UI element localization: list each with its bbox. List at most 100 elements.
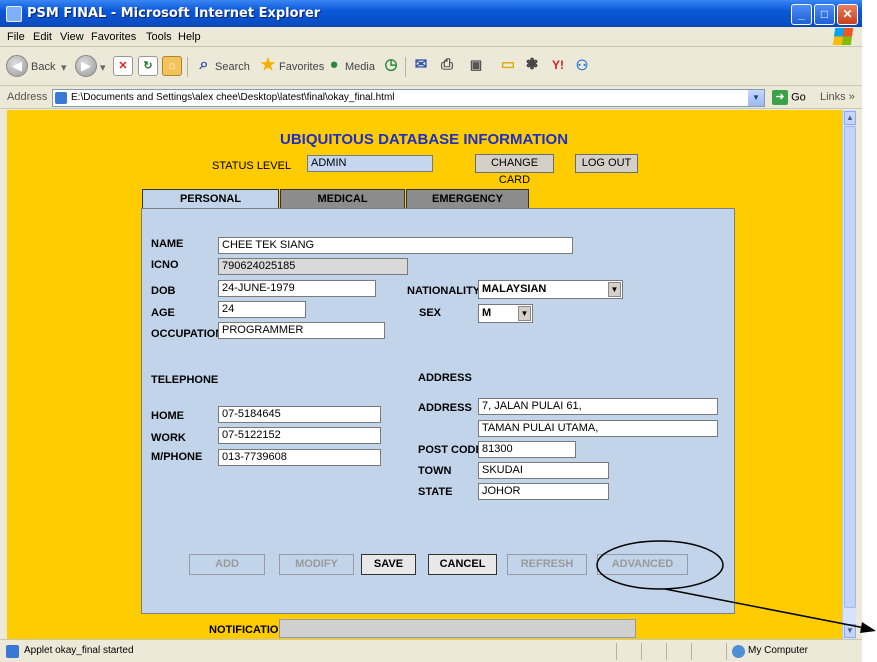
- age-label: AGE: [151, 307, 175, 319]
- settings-icon[interactable]: ❃: [522, 56, 542, 76]
- add-button[interactable]: ADD: [189, 554, 265, 575]
- forward-dropdown-icon[interactable]: ▾: [100, 61, 106, 74]
- chevron-down-icon[interactable]: ▼: [608, 282, 621, 297]
- media-label[interactable]: Media: [345, 61, 375, 73]
- favorites-label[interactable]: Favorites: [279, 61, 324, 73]
- advanced-button[interactable]: ADVANCED: [597, 554, 688, 575]
- state-field[interactable]: JOHOR: [478, 483, 609, 500]
- refresh-icon[interactable]: ↻: [138, 56, 158, 76]
- address-line1-field[interactable]: 7, JALAN PULAI 61,: [478, 398, 718, 415]
- modify-button[interactable]: MODIFY: [279, 554, 354, 575]
- status-divider: [641, 643, 642, 660]
- address-label: Address: [7, 91, 48, 103]
- links-label: Links: [820, 91, 846, 103]
- menu-help[interactable]: Help: [178, 31, 201, 43]
- scroll-down-icon[interactable]: ▼: [844, 624, 856, 638]
- address-dropdown-icon[interactable]: ▼: [748, 90, 764, 106]
- toolbar-separator: [405, 57, 406, 77]
- home-icon[interactable]: ⌂: [162, 56, 182, 76]
- nationality-value: MALAYSIAN: [482, 283, 547, 295]
- status-bar: Applet okay_final started My Computer: [0, 639, 862, 662]
- occupation-label: OCCUPATION: [151, 328, 224, 340]
- toolbar: ◀ Back ▾ ▶ ▾ ✕ ↻ ⌂ ⌕ Search ★ Favorites …: [0, 48, 862, 86]
- scroll-up-icon[interactable]: ▲: [844, 111, 856, 125]
- occupation-field[interactable]: PROGRAMMER: [218, 322, 385, 339]
- nationality-select[interactable]: MALAYSIAN ▼: [478, 280, 623, 299]
- windows-logo-icon: [832, 28, 854, 45]
- media-icon[interactable]: ●: [324, 56, 344, 76]
- sex-label: SEX: [419, 307, 442, 319]
- name-field[interactable]: CHEE TEK SIANG: [218, 237, 573, 254]
- town-label: TOWN: [418, 465, 452, 477]
- back-dropdown-icon[interactable]: ▾: [61, 61, 67, 74]
- logout-button[interactable]: LOG OUT: [575, 154, 638, 173]
- title-bar: PSM FINAL - Microsoft Internet Explorer …: [0, 0, 862, 27]
- save-button[interactable]: SAVE: [361, 554, 416, 575]
- address-bar: Address E:\Documents and Settings\alex c…: [0, 87, 862, 109]
- links-button[interactable]: Links »: [820, 91, 855, 103]
- sex-select[interactable]: M ▼: [478, 304, 533, 323]
- address-url[interactable]: E:\Documents and Settings\alex chee\Desk…: [71, 92, 395, 103]
- page-heading: UBIQUITOUS DATABASE INFORMATION: [280, 131, 569, 148]
- search-label[interactable]: Search: [215, 61, 250, 73]
- history-icon[interactable]: ◷: [381, 56, 401, 76]
- search-icon[interactable]: ⌕: [194, 56, 214, 76]
- mobile-phone-field[interactable]: 013-7739608: [218, 449, 381, 466]
- maximize-button[interactable]: □: [814, 4, 835, 25]
- minimize-button[interactable]: _: [791, 4, 812, 25]
- change-card-button[interactable]: CHANGE CARD: [475, 154, 554, 186]
- print-icon[interactable]: ⎙: [437, 56, 457, 76]
- work-phone-field[interactable]: 07-5122152: [218, 427, 381, 444]
- browser-window: PSM FINAL - Microsoft Internet Explorer …: [0, 0, 862, 662]
- back-label[interactable]: Back: [31, 61, 55, 73]
- cancel-button[interactable]: CANCEL: [428, 554, 497, 575]
- notes-icon[interactable]: ▭: [498, 56, 518, 76]
- dob-field[interactable]: 24-JUNE-1979: [218, 280, 376, 297]
- mail-icon[interactable]: ✉: [411, 56, 431, 76]
- postcode-label: POST CODE: [418, 444, 483, 456]
- vertical-scrollbar[interactable]: ▲ ▼: [842, 110, 856, 639]
- menu-view[interactable]: View: [60, 31, 84, 43]
- state-label: STATE: [418, 486, 453, 498]
- stop-icon[interactable]: ✕: [113, 56, 133, 76]
- scroll-thumb[interactable]: [844, 126, 856, 608]
- tab-emergency-contact[interactable]: EMERGENCY CONTACT: [406, 189, 529, 223]
- name-label: NAME: [151, 238, 184, 250]
- go-button[interactable]: ➜ Go: [772, 90, 806, 105]
- address-label: ADDRESS: [418, 402, 472, 414]
- favorites-star-icon[interactable]: ★: [258, 56, 278, 76]
- menu-edit[interactable]: Edit: [33, 31, 52, 43]
- go-label: Go: [791, 91, 806, 104]
- security-zone: My Computer: [748, 645, 809, 656]
- home-phone-label: HOME: [151, 410, 184, 422]
- status-divider: [691, 643, 692, 660]
- address-field[interactable]: E:\Documents and Settings\alex chee\Desk…: [52, 89, 765, 107]
- address-section-label: ADDRESS: [418, 372, 472, 384]
- messenger-icon[interactable]: ⚇: [572, 56, 592, 76]
- icno-label: ICNO: [151, 259, 179, 271]
- back-arrow-icon[interactable]: ◀: [6, 55, 28, 77]
- icno-field: 790624025185: [218, 258, 408, 275]
- chevron-down-icon[interactable]: ▼: [518, 306, 531, 321]
- menu-tools[interactable]: Tools: [146, 31, 172, 43]
- age-field[interactable]: 24: [218, 301, 306, 318]
- go-arrow-icon: ➜: [772, 90, 788, 105]
- menu-favorites[interactable]: Favorites: [91, 31, 136, 43]
- tab-medical-information[interactable]: MEDICAL INFORMATION: [280, 189, 405, 223]
- close-button[interactable]: ✕: [837, 4, 858, 25]
- status-level-label: STATUS LEVEL: [212, 160, 292, 172]
- address-line2-field[interactable]: TAMAN PULAI UTAMA,: [478, 420, 718, 437]
- sex-value: M: [482, 307, 492, 319]
- menu-file[interactable]: File: [7, 31, 25, 43]
- edit-icon[interactable]: ▣: [466, 56, 486, 76]
- forward-arrow-icon[interactable]: ▶: [75, 55, 97, 77]
- home-phone-field[interactable]: 07-5184645: [218, 406, 381, 423]
- refresh-button[interactable]: REFRESH: [507, 554, 587, 575]
- page-content: UBIQUITOUS DATABASE INFORMATION STATUS L…: [7, 110, 842, 639]
- toolbar-separator: [187, 57, 188, 77]
- town-field[interactable]: SKUDAI: [478, 462, 609, 479]
- postcode-field[interactable]: 81300: [478, 441, 576, 458]
- status-divider: [666, 643, 667, 660]
- work-phone-label: WORK: [151, 432, 186, 444]
- yahoo-icon[interactable]: Y!: [548, 56, 568, 76]
